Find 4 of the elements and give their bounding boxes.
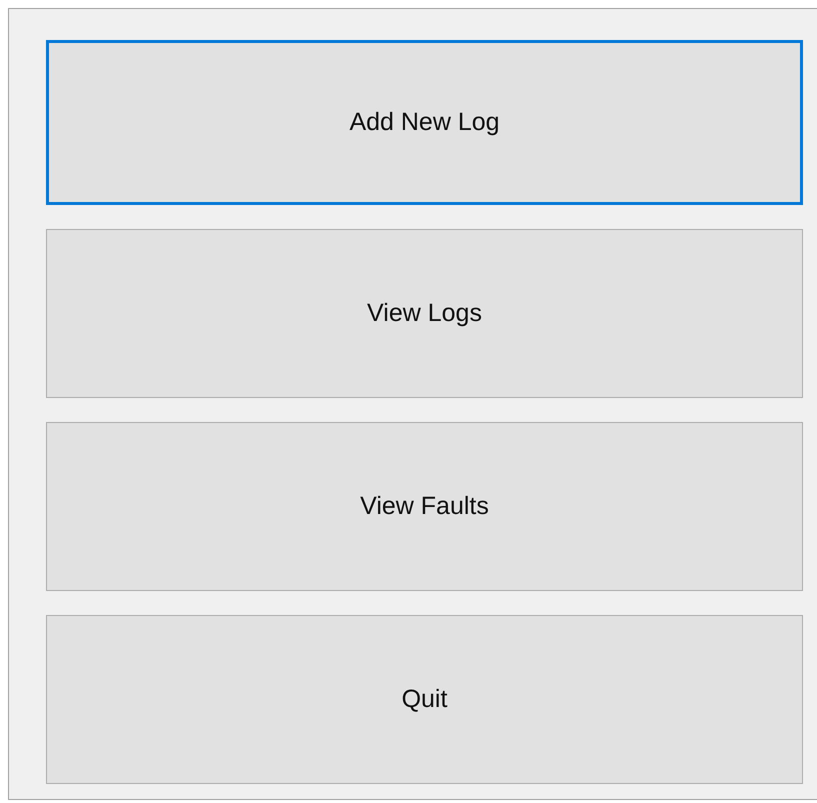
menu-button[interactable]: View Faults bbox=[46, 422, 803, 591]
menu-button[interactable]: View Logs bbox=[46, 229, 803, 398]
menu-button[interactable]: Add New Log bbox=[46, 40, 803, 205]
menu-button[interactable]: Quit bbox=[46, 615, 803, 784]
